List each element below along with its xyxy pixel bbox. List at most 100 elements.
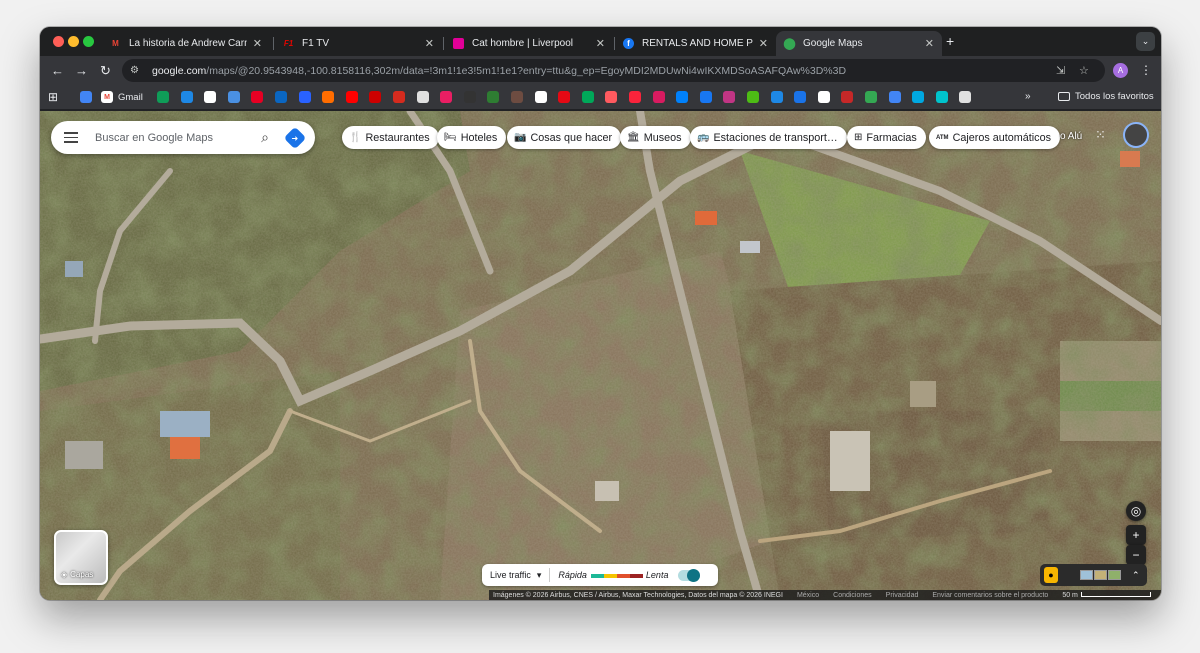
menu-kebab-icon[interactable]: ⋮ <box>1140 63 1152 77</box>
install-app-icon[interactable]: ⇲ <box>1056 64 1065 77</box>
google2-icon[interactable] <box>817 91 830 103</box>
close-tab-icon[interactable]: ✕ <box>596 37 605 50</box>
google-apps-icon[interactable]: ⁙ <box>1095 127 1106 143</box>
google-icon[interactable] <box>534 91 547 103</box>
canva-icon[interactable] <box>935 91 948 103</box>
my-location-button[interactable]: ◎ <box>1126 501 1146 521</box>
music-icon[interactable] <box>629 91 641 103</box>
chip-museos[interactable]: 🏛 Museos <box>620 126 691 149</box>
minimize-window-button[interactable] <box>68 36 79 47</box>
chart-icon[interactable] <box>487 91 500 103</box>
wave-icon[interactable] <box>511 91 523 103</box>
chip-estaciones[interactable]: 🚌 Estaciones de transport… <box>690 126 847 149</box>
profile-avatar[interactable]: A <box>1113 63 1128 78</box>
pb-icon[interactable] <box>298 91 311 103</box>
back-button[interactable]: ← <box>51 63 64 78</box>
scale-bar[interactable]: 50 m <box>1062 592 1151 599</box>
layers-button[interactable]: ◈ Capas <box>54 530 108 585</box>
maps-search-box[interactable]: Buscar en Google Maps ⌕ ➜ <box>51 121 315 154</box>
prime-icon[interactable] <box>912 91 925 103</box>
youtube-icon[interactable] <box>345 91 358 103</box>
expand-icon[interactable]: ⌃ <box>1132 570 1140 581</box>
chip-hoteles[interactable]: 🛏 Hoteles <box>437 126 507 149</box>
notion-icon[interactable] <box>204 91 217 103</box>
museum-icon: 🏛 <box>627 132 640 143</box>
maps-icon[interactable] <box>865 91 877 103</box>
map-canvas[interactable]: Buscar en Google Maps ⌕ ➜ 🍴 Restaurantes … <box>40 111 1161 600</box>
cloud-icon[interactable] <box>180 91 193 103</box>
site-info-icon[interactable]: ⚙ <box>130 65 144 76</box>
search-input[interactable]: Buscar en Google Maps <box>95 132 261 144</box>
pegman-icon[interactable]: ● <box>1044 567 1058 583</box>
instagram-icon[interactable] <box>723 91 736 103</box>
tab-search-button[interactable]: ⌄ <box>1136 32 1155 51</box>
street-view-thumb[interactable] <box>1080 570 1093 580</box>
country-link[interactable]: México <box>797 592 819 599</box>
drive-icon[interactable] <box>157 91 169 103</box>
calendar-icon[interactable] <box>80 91 92 103</box>
stripe-icon[interactable] <box>652 91 665 103</box>
forward-button[interactable]: → <box>75 63 88 78</box>
zoom-out-button[interactable]: − <box>1126 545 1146 565</box>
zoom-in-button[interactable]: + <box>1126 525 1146 545</box>
tab-strip: M La historia de Andrew Carnegie ✕ F1 F1… <box>40 27 1161 56</box>
bookmark-star-icon[interactable]: ☆ <box>1079 64 1089 77</box>
docs-icon[interactable] <box>794 91 807 103</box>
gmail-bookmark-label[interactable]: Gmail <box>118 92 143 103</box>
address-bar[interactable]: ⚙ google.com/maps/@20.9543948,-100.81581… <box>122 59 1105 82</box>
close-tab-icon[interactable]: ✕ <box>759 37 768 50</box>
globe-icon[interactable] <box>959 91 972 103</box>
clapper-icon[interactable] <box>416 91 429 103</box>
live-traffic-dropdown[interactable]: Live traffic ▾ <box>482 570 549 581</box>
heart-icon[interactable] <box>440 91 453 103</box>
tab-4[interactable]: f RENTALS AND HOME PROPERTIES ✕ <box>615 31 776 56</box>
globe-thumb[interactable] <box>1108 570 1121 580</box>
houzz-icon[interactable] <box>747 91 759 103</box>
directions-icon[interactable]: ➜ <box>283 126 307 149</box>
feedback-link[interactable]: Enviar comentarios sobre el producto <box>932 592 1048 599</box>
reload-button[interactable]: ↻ <box>100 63 111 79</box>
photos-icon[interactable] <box>770 91 783 103</box>
maple-icon[interactable] <box>393 91 405 103</box>
terms-link[interactable]: Condiciones <box>833 592 872 599</box>
close-tab-icon[interactable]: ✕ <box>253 37 262 50</box>
apps-grid-icon[interactable]: ⊞ <box>48 90 58 104</box>
circle-icon[interactable] <box>463 91 476 103</box>
hamburger-menu-icon[interactable] <box>64 129 78 146</box>
news-icon[interactable] <box>841 91 854 103</box>
search-icon[interactable]: ⌕ <box>261 129 269 146</box>
close-tab-icon[interactable]: ✕ <box>425 37 434 50</box>
chip-farmacias[interactable]: ⊞ Farmacias <box>847 126 926 149</box>
meta-icon[interactable] <box>676 91 689 103</box>
browser-window: M La historia de Andrew Carnegie ✕ F1 F1… <box>40 27 1161 600</box>
target-icon[interactable] <box>369 91 382 103</box>
chip-cajeros[interactable]: ATM Cajeros automáticos <box>929 126 1060 149</box>
bookmark-icon[interactable] <box>227 91 240 103</box>
netflix-icon[interactable] <box>558 91 571 103</box>
chip-restaurantes[interactable]: 🍴 Restaurantes <box>342 126 439 149</box>
more-bookmarks-icon[interactable]: » <box>1025 91 1031 102</box>
tool-icon[interactable] <box>322 91 335 103</box>
tab-1[interactable]: M La historia de Andrew Carnegie ✕ <box>102 31 270 56</box>
new-tab-button[interactable]: + <box>946 33 954 49</box>
gmail-bookmark-icon[interactable]: M <box>101 91 113 103</box>
close-tab-icon[interactable]: ✕ <box>925 37 934 50</box>
facebook-icon[interactable] <box>699 91 712 103</box>
account-avatar[interactable] <box>1123 122 1149 148</box>
chip-cosas-que-hacer[interactable]: 📷 Cosas que hacer <box>507 126 622 149</box>
airbnb-icon[interactable] <box>605 91 618 103</box>
traffic-toggle[interactable] <box>678 568 701 582</box>
close-window-button[interactable] <box>53 36 64 47</box>
terrain-thumb[interactable] <box>1094 570 1107 580</box>
tab-2[interactable]: F1 F1 TV ✕ <box>275 31 442 56</box>
all-bookmarks-folder[interactable]: Todos los favoritos <box>1058 91 1154 102</box>
retail-icon[interactable] <box>581 91 594 103</box>
tab-3[interactable]: Cat hombre | Liverpool ✕ <box>445 31 613 56</box>
privacy-link[interactable]: Privacidad <box>886 592 919 599</box>
maximize-window-button[interactable] <box>83 36 94 47</box>
translate-icon[interactable] <box>888 91 901 103</box>
f1-icon: F1 <box>283 39 294 48</box>
tab-google-maps[interactable]: ⬤ Google Maps ✕ <box>776 31 942 56</box>
pinterest-icon[interactable] <box>251 91 264 103</box>
linkedin-icon[interactable] <box>275 91 287 103</box>
